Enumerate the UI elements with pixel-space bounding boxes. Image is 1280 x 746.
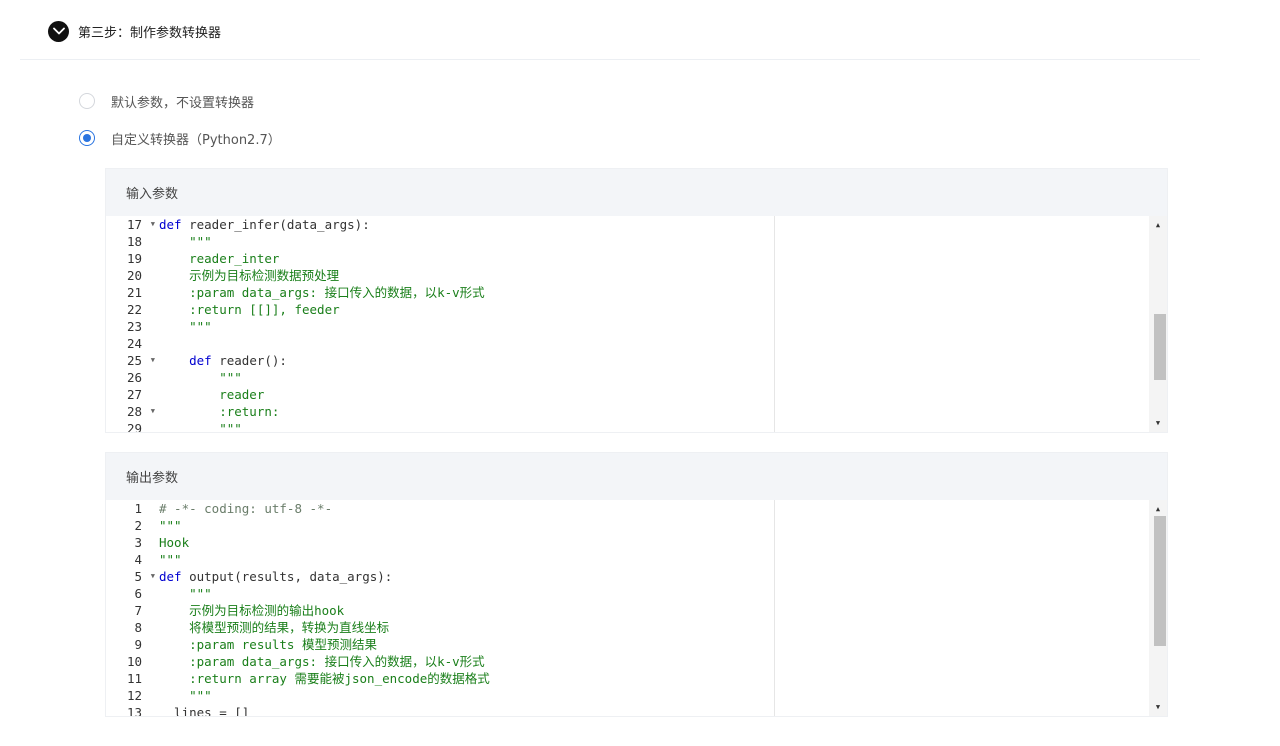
line-number: 29 xyxy=(126,421,142,432)
code-line: lines = [] xyxy=(159,705,250,716)
output-params-panel: 输出参数 1 2 3 4 5 ▼ 6 7 8 9 10 11 12 13 # -*- coding: ut… xyxy=(105,452,1168,717)
line-number: 28 ▼ xyxy=(126,403,155,420)
line-number: 4 xyxy=(134,552,142,567)
line-number: 2 xyxy=(134,518,142,533)
code-line: def output(results, data_args): xyxy=(159,569,393,584)
line-number-gutter: 17 ▼ 18 19 20 21 22 23 24 25 ▼ 26 27 28 ▼ 29 xyxy=(106,216,156,432)
code-line: reader_inter xyxy=(159,251,280,266)
code-line: """ xyxy=(159,688,212,703)
radio-button[interactable] xyxy=(79,93,95,109)
code-line: """ xyxy=(159,319,212,334)
code-line: reader xyxy=(159,387,265,402)
code-area[interactable]: def reader_infer(data_args): """ reader_… xyxy=(159,216,1149,432)
option-label: 默认参数，不设置转换器 xyxy=(111,95,255,111)
input-params-panel: 输入参数 17 ▼ 18 19 20 21 22 23 24 25 ▼ 26 27 28 ▼ 29 def r… xyxy=(105,168,1168,433)
line-number: 19 xyxy=(126,251,142,266)
fold-arrow-icon[interactable]: ▼ xyxy=(151,568,155,585)
line-number: 8 xyxy=(134,620,142,635)
scrollbar-thumb[interactable] xyxy=(1154,516,1166,646)
line-number: 25 ▼ xyxy=(126,352,155,369)
code-line: 将模型预测的结果，转换为直线坐标 xyxy=(159,620,390,635)
scroll-down-icon[interactable]: ▼ xyxy=(1149,700,1167,714)
line-number: 12 xyxy=(126,688,142,703)
code-area[interactable]: # -*- coding: utf-8 -*- """ Hook """ def out… xyxy=(159,500,1149,716)
output-code-editor[interactable]: 1 2 3 4 5 ▼ 6 7 8 9 10 11 12 13 # -*- coding: utf-8 -… xyxy=(106,500,1167,716)
line-number: 23 xyxy=(126,319,142,334)
code-line: 示例为目标检测数据预处理 xyxy=(159,268,340,283)
step-title: 第三步：制作参数转换器 xyxy=(78,25,222,41)
code-line: # -*- coding: utf-8 -*- xyxy=(159,501,333,516)
option-label: 自定义转换器（Python2.7） xyxy=(111,132,281,148)
panel-title: 输入参数 xyxy=(126,187,179,202)
code-line: """ xyxy=(159,421,242,432)
scrollbar-thumb[interactable] xyxy=(1154,314,1166,380)
print-margin xyxy=(774,216,775,432)
line-number: 13 xyxy=(126,705,142,716)
line-number: 18 xyxy=(126,234,142,249)
code-line: """ xyxy=(159,518,182,533)
line-number: 17 ▼ xyxy=(126,216,155,233)
scroll-up-icon[interactable]: ▲ xyxy=(1149,218,1167,232)
fold-arrow-icon[interactable]: ▼ xyxy=(151,403,155,420)
code-line: :return array 需要能被json_encode的数据格式 xyxy=(159,671,490,686)
code-line: """ xyxy=(159,234,212,249)
line-number: 24 xyxy=(126,336,142,351)
code-line: 示例为目标检测的输出hook xyxy=(159,603,345,618)
fold-arrow-icon[interactable]: ▼ xyxy=(151,352,155,369)
scroll-up-icon[interactable]: ▲ xyxy=(1149,502,1167,516)
code-line: Hook xyxy=(159,535,190,550)
line-number: 7 xyxy=(134,603,142,618)
input-code-editor[interactable]: 17 ▼ 18 19 20 21 22 23 24 25 ▼ 26 27 28 ▼ 29 def reader… xyxy=(106,216,1167,432)
code-line: def reader_infer(data_args): xyxy=(159,217,370,232)
line-number: 20 xyxy=(126,268,142,283)
vertical-scrollbar[interactable]: ▲ ▼ xyxy=(1149,216,1167,432)
code-line: def reader(): xyxy=(189,353,287,368)
line-number: 22 xyxy=(126,302,142,317)
code-line: """ xyxy=(159,586,212,601)
line-number: 10 xyxy=(126,654,142,669)
line-number: 26 xyxy=(126,370,142,385)
line-number-gutter: 1 2 3 4 5 ▼ 6 7 8 9 10 11 12 13 xyxy=(106,500,156,716)
code-line: :return: xyxy=(159,404,280,419)
code-line: :return [[]], feeder xyxy=(159,302,340,317)
code-line: """ xyxy=(159,552,182,567)
chevron-down-icon[interactable] xyxy=(48,20,69,42)
divider xyxy=(20,59,1200,60)
code-line: :param data_args: 接口传入的数据，以k-v形式 xyxy=(159,654,485,669)
line-number: 6 xyxy=(134,586,142,601)
print-margin xyxy=(774,500,775,716)
scroll-down-icon[interactable]: ▼ xyxy=(1149,416,1167,430)
line-number: 5 ▼ xyxy=(134,568,155,585)
line-number: 27 xyxy=(126,387,142,402)
line-number: 3 xyxy=(134,535,142,550)
radio-button-checked[interactable] xyxy=(79,130,95,146)
panel-title: 输出参数 xyxy=(126,471,179,486)
line-number: 1 xyxy=(134,501,142,516)
option-custom-converter[interactable]: 自定义转换器（Python2.7） xyxy=(79,129,281,148)
code-line: :param results 模型预测结果 xyxy=(159,637,377,652)
line-number: 9 xyxy=(134,637,142,652)
vertical-scrollbar[interactable]: ▲ ▼ xyxy=(1149,500,1167,716)
line-number: 11 xyxy=(126,671,142,686)
step-header: 第三步：制作参数转换器 xyxy=(48,20,221,42)
option-default-params[interactable]: 默认参数，不设置转换器 xyxy=(79,92,255,111)
code-line: :param data_args: 接口传入的数据，以k-v形式 xyxy=(159,285,485,300)
code-line: """ xyxy=(159,370,242,385)
fold-arrow-icon[interactable]: ▼ xyxy=(151,216,155,233)
line-number: 21 xyxy=(126,285,142,300)
